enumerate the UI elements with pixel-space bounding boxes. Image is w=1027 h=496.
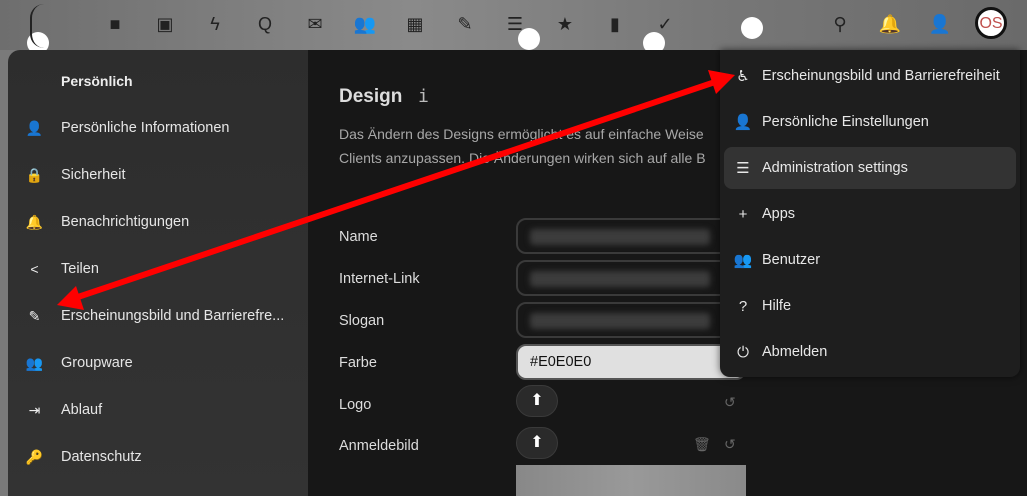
files-icon[interactable]: ■ (103, 12, 127, 36)
menu-item-label: Persönliche Einstellungen (762, 114, 929, 130)
menu-item-help[interactable]: ? Hilfe (724, 285, 1016, 327)
sidebar-item-workflow[interactable]: ⇥ Ablauf (8, 390, 308, 430)
info-icon[interactable]: i (418, 86, 429, 107)
share-icon: < (30, 261, 39, 277)
settings-sidebar: Persönlich 👤 Persönliche Informationen 🔒 S… (8, 50, 308, 496)
description-line: Das Ändern des Designs ermöglicht es auf… (339, 126, 704, 142)
menu-item-admin-settings[interactable]: ☰ Administration settings (724, 147, 1016, 189)
menu-item-label: Erscheinungsbild und Barrierefreiheit (762, 68, 1000, 84)
upload-background-button[interactable]: ⬆ (516, 427, 558, 459)
color-picker[interactable]: #E0E0E0 (516, 344, 746, 380)
description-line: Clients anzupassen. Die Änderungen wirke… (339, 150, 706, 166)
activity-icon[interactable]: ϟ (203, 12, 227, 36)
reset-icon[interactable]: ↺ (724, 436, 736, 453)
menu-item-label: Benutzer (762, 252, 821, 268)
background-node (741, 17, 763, 39)
tasks-icon[interactable]: ✓ (653, 12, 677, 36)
menu-item-label: Apps (762, 206, 796, 222)
sidebar-item-personal-info[interactable]: 👤 Persönliche Informationen (8, 108, 308, 148)
accessibility-icon: ♿ (736, 68, 750, 85)
page-title: Design (339, 86, 403, 107)
logo[interactable] (30, 4, 58, 48)
sidebar-item-label: Sicherheit (61, 167, 126, 183)
group-icon: 👥 (25, 354, 44, 371)
menu-item-label: Administration settings (762, 160, 908, 176)
bell-icon: 🔔 (25, 213, 44, 230)
sidebar-item-label: Datenschutz (61, 449, 142, 465)
sidebar-item-label: Teilen (61, 261, 99, 277)
menu-item-users[interactable]: 👥 Benutzer (724, 239, 1016, 281)
menu-item-appearance[interactable]: ♿ Erscheinungsbild und Barrierefreiheit (724, 55, 1016, 97)
list-icon: ☰ (736, 160, 750, 177)
slogan-input[interactable] (516, 302, 746, 338)
upload-logo-button[interactable]: ⬆ (516, 385, 558, 417)
plus-icon: + (738, 205, 748, 223)
background-preview (516, 465, 746, 496)
sidebar-item-label: Erscheinungsbild und Barrierefre... (61, 308, 285, 324)
contacts-menu-icon[interactable]: 👤 (928, 12, 952, 36)
sidebar-item-sharing[interactable]: < Teilen (8, 249, 308, 289)
sidebar-item-appearance[interactable]: ✎ Erscheinungsbild und Barrierefre... (8, 296, 308, 336)
contacts-icon[interactable]: 👥 (353, 12, 377, 36)
mail-icon[interactable]: ✉ (303, 12, 327, 36)
sidebar-item-label: Benachrichtigungen (61, 214, 190, 230)
deck-icon[interactable]: ☰ (503, 12, 527, 36)
lock-icon: 🔒 (25, 166, 44, 183)
background-label: Anmeldebild (339, 438, 419, 454)
notifications-icon[interactable]: 🔔 (878, 12, 902, 36)
key-icon: 🔑 (25, 448, 44, 465)
sidebar-item-security[interactable]: 🔒 Sicherheit (8, 155, 308, 195)
search-icon[interactable]: ⚲ (828, 12, 852, 36)
notes-icon[interactable]: ✎ (453, 12, 477, 36)
top-bar: ■ ▣ ϟ Q ✉ 👥 ▦ ✎ ☰ ★ ▮ ✓ ⚲ 🔔 👤 OS (0, 0, 1027, 54)
menu-item-label: Abmelden (762, 344, 828, 360)
help-icon: ? (738, 297, 748, 315)
name-label: Name (339, 229, 378, 245)
sidebar-item-label: Ablauf (61, 402, 103, 418)
bookmarks-icon[interactable]: ★ (553, 12, 577, 36)
talk-icon[interactable]: Q (253, 12, 277, 36)
sidebar-item-label: Persönliche Informationen (61, 120, 230, 136)
delete-icon[interactable]: 🗑 (693, 436, 711, 453)
user-icon: 👤 (25, 119, 44, 136)
name-input[interactable] (516, 218, 746, 254)
sidebar-item-notifications[interactable]: 🔔 Benachrichtigungen (8, 202, 308, 242)
blurred-value (530, 229, 710, 245)
avatar[interactable]: OS (975, 7, 1007, 39)
users-icon: 👥 (733, 252, 753, 269)
workflow-icon: ⇥ (28, 401, 41, 418)
blurred-value (530, 313, 710, 329)
sidebar-item-groupware[interactable]: 👥 Groupware (8, 343, 308, 383)
description: Das Ändern des Designs ermöglicht es auf… (339, 122, 744, 170)
blurred-value (530, 271, 710, 287)
reset-icon[interactable]: ↺ (724, 394, 736, 411)
slogan-label: Slogan (339, 313, 385, 329)
menu-item-label: Hilfe (762, 298, 792, 314)
sidebar-item-privacy[interactable]: 🔑 Datenschutz (8, 437, 308, 477)
color-label: Farbe (339, 355, 377, 371)
analytics-icon[interactable]: ▮ (603, 12, 627, 36)
link-input[interactable] (516, 260, 746, 296)
menu-item-logout[interactable]: ⏻ Abmelden (724, 331, 1016, 373)
logo-label: Logo (339, 397, 372, 413)
photos-icon[interactable]: ▣ (153, 12, 177, 36)
menu-item-apps[interactable]: + Apps (724, 193, 1016, 235)
brush-icon: ✎ (28, 307, 41, 324)
sidebar-heading: Persönlich (61, 73, 133, 89)
settings-menu: ♿ Erscheinungsbild und Barrierefreiheit 👤… (720, 50, 1020, 377)
link-label: Internet-Link (339, 271, 420, 287)
calendar-icon[interactable]: ▦ (403, 12, 427, 36)
power-icon: ⏻ (737, 343, 749, 361)
sidebar-item-label: Groupware (61, 355, 133, 371)
user-icon: 👤 (733, 114, 753, 131)
menu-item-personal-settings[interactable]: 👤 Persönliche Einstellungen (724, 101, 1016, 143)
